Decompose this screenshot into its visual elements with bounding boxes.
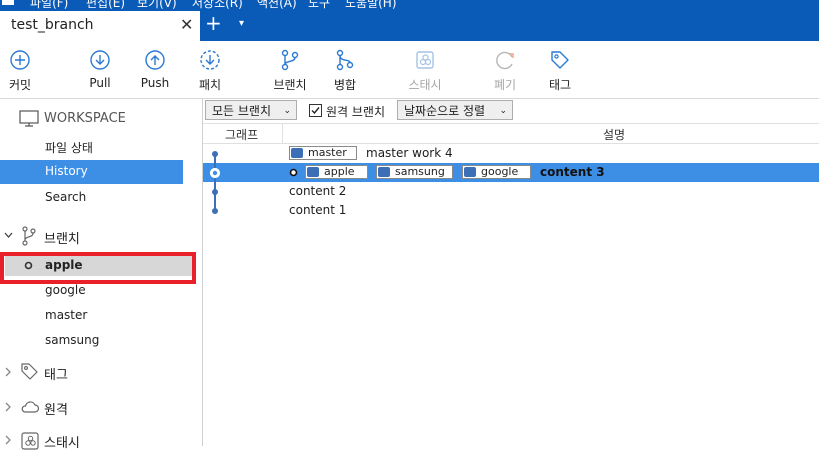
sidebar-stashes-header[interactable]: 스태시 — [0, 428, 183, 452]
sidebar-remotes-header[interactable]: 원격 — [0, 395, 183, 419]
merge-icon — [336, 49, 354, 71]
sidebar-branches-header[interactable]: 브랜치 — [0, 224, 183, 248]
tag-button[interactable]: 태그 — [530, 41, 590, 98]
graph-node-head-inner — [212, 170, 218, 176]
chevron-down-icon — [4, 232, 13, 238]
commit-row[interactable]: content 2 — [203, 182, 819, 201]
commit-graph — [209, 151, 221, 214]
highlight-box — [0, 252, 196, 284]
branch-filter-dropdown[interactable]: 모든 브랜치 ⌄ — [205, 100, 297, 120]
commit-list-header: 그래프 설명 — [203, 123, 819, 144]
branch-label-master[interactable]: master — [289, 146, 357, 160]
sidebar-item-history[interactable]: History — [0, 160, 183, 184]
column-divider[interactable] — [282, 124, 283, 143]
arrow-up-circle-icon — [145, 50, 165, 70]
filter-bar: 모든 브랜치 ⌄ 원격 브랜치 날짜순으로 정렬 ⌄ — [203, 99, 819, 123]
sidebar-item-file-status[interactable]: 파일 상태 — [0, 135, 183, 159]
menu-tools[interactable]: 도구 — [308, 0, 330, 11]
branch-icon — [464, 167, 476, 177]
branch-label-apple[interactable]: apple — [305, 165, 368, 179]
chevron-down-icon[interactable]: ▾ — [239, 18, 244, 29]
sidebar-branch-samsung[interactable]: samsung — [0, 329, 183, 353]
chevron-right-icon — [5, 435, 11, 445]
graph-node[interactable] — [212, 208, 218, 214]
sidebar-workspace-header[interactable]: WORKSPACE — [0, 107, 183, 131]
branch-icon — [378, 167, 390, 177]
graph-node[interactable] — [212, 151, 218, 157]
toolbar: 커밋 Pull Push 패치 브랜치 병합 스태시 폐기 태그 — [0, 41, 819, 99]
column-description[interactable]: 설명 — [603, 126, 625, 143]
chevron-right-icon — [5, 367, 11, 377]
cloud-icon — [21, 401, 40, 413]
repo-tab-label: test_branch — [11, 17, 94, 33]
commit-row-selected[interactable]: apple samsung google content 3 — [203, 163, 819, 182]
fetch-icon — [200, 50, 220, 70]
branch-button[interactable]: 브랜치 — [260, 41, 320, 98]
discard-icon — [496, 51, 514, 70]
commit-button[interactable]: 커밋 — [0, 41, 50, 98]
stash-icon — [21, 432, 39, 450]
app-logo-icon — [2, 0, 14, 5]
branch-icon — [281, 49, 299, 71]
stash-icon — [416, 51, 434, 69]
arrow-down-circle-icon — [90, 50, 110, 70]
branch-icon — [291, 148, 303, 158]
head-indicator-icon — [289, 168, 298, 177]
push-button[interactable]: Push — [125, 41, 185, 98]
commit-message: content 2 — [289, 184, 347, 198]
commit-message: content 3 — [540, 165, 605, 179]
plus-circle-icon — [10, 50, 30, 70]
commit-message: master work 4 — [366, 146, 453, 160]
sidebar-item-search[interactable]: Search — [0, 186, 183, 210]
merge-button[interactable]: 병합 — [315, 41, 375, 98]
sidebar-tags-header[interactable]: 태그 — [0, 360, 183, 384]
chevron-down-icon: ⌄ — [283, 106, 291, 116]
tag-icon — [21, 363, 38, 380]
close-icon[interactable]: ✕ — [180, 17, 193, 33]
sort-dropdown[interactable]: 날짜순으로 정렬 ⌄ — [397, 100, 513, 120]
commit-row[interactable]: master master work 4 — [203, 144, 819, 163]
tag-icon — [551, 51, 569, 69]
menu-repository[interactable]: 저장소(R) — [192, 0, 243, 11]
chevron-right-icon — [5, 402, 11, 412]
remote-branches-checkbox[interactable] — [309, 104, 322, 117]
column-graph[interactable]: 그래프 — [225, 126, 258, 143]
branch-label-google[interactable]: google — [462, 165, 531, 179]
menu-edit[interactable]: 편집(E) — [86, 0, 125, 11]
menu-action[interactable]: 액션(A) — [257, 0, 297, 11]
branch-icon — [22, 226, 36, 246]
discard-button[interactable]: 폐기 — [475, 41, 535, 98]
sidebar-branch-master[interactable]: master — [0, 304, 183, 328]
fetch-button[interactable]: 패치 — [180, 41, 240, 98]
stash-button[interactable]: 스태시 — [395, 41, 455, 98]
branch-icon — [307, 167, 319, 177]
chevron-down-icon: ⌄ — [499, 106, 507, 116]
monitor-icon — [19, 110, 39, 127]
commit-message: content 1 — [289, 203, 347, 217]
add-tab-icon[interactable]: + — [205, 13, 222, 33]
menu-help[interactable]: 도움말(H) — [345, 0, 397, 11]
menu-view[interactable]: 보기(V) — [137, 0, 177, 11]
check-icon — [311, 107, 320, 115]
pull-button[interactable]: Pull — [70, 41, 130, 98]
remote-branches-label: 원격 브랜치 — [326, 105, 386, 119]
title-bar: 파일(F) 편집(E) 보기(V) 저장소(R) 액션(A) 도구 도움말(H)… — [0, 0, 819, 41]
graph-node[interactable] — [212, 189, 218, 195]
branch-label-samsung[interactable]: samsung — [376, 165, 453, 179]
repo-tab[interactable]: test_branch ✕ — [0, 11, 200, 41]
menu-file[interactable]: 파일(F) — [30, 0, 68, 11]
commit-row[interactable]: content 1 — [203, 201, 819, 220]
